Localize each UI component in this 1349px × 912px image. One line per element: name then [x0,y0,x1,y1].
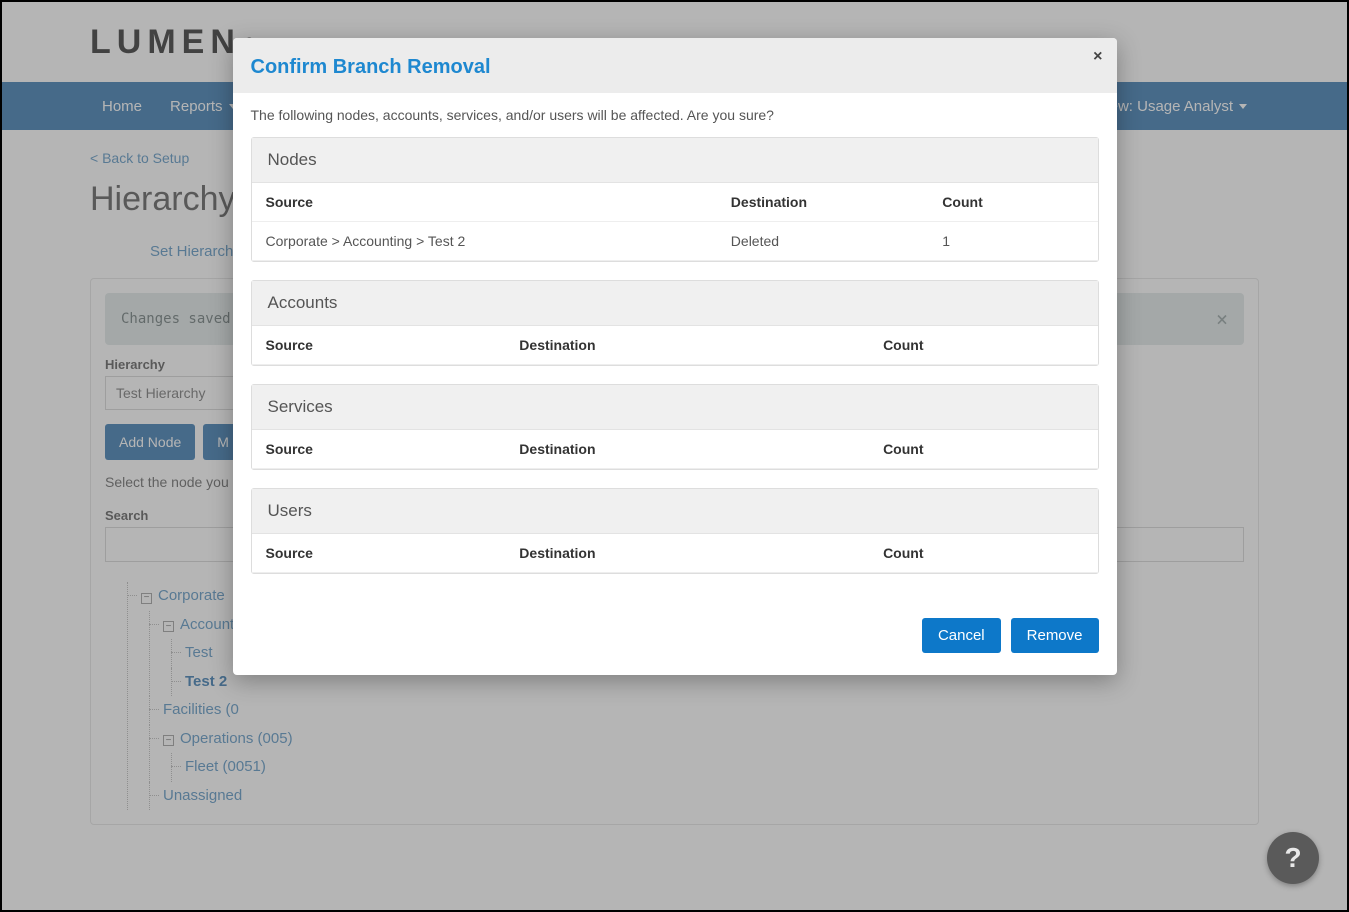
cell-count: 1 [928,222,1097,261]
confirm-branch-removal-modal: Confirm Branch Removal × The following n… [233,38,1117,675]
help-button[interactable]: ? [1267,832,1319,884]
th-count: Count [869,534,1097,573]
th-source: Source [252,534,506,573]
section-users: Users Source Destination Count [251,488,1099,574]
section-users-title: Users [252,489,1098,534]
cancel-button[interactable]: Cancel [922,618,1001,653]
th-source: Source [252,183,717,222]
section-nodes: Nodes Source Destination Count Corporate… [251,137,1099,262]
modal-header: Confirm Branch Removal × [233,38,1117,93]
table-row: Corporate > Accounting > Test 2 Deleted … [252,222,1098,261]
modal-title: Confirm Branch Removal [251,56,1099,79]
modal-message: The following nodes, accounts, services,… [251,107,1099,123]
accounts-table: Source Destination Count [252,326,1098,365]
section-accounts-title: Accounts [252,281,1098,326]
modal-body: The following nodes, accounts, services,… [233,93,1117,602]
th-destination: Destination [505,430,869,469]
remove-button[interactable]: Remove [1011,618,1099,653]
th-count: Count [928,183,1097,222]
th-destination: Destination [505,534,869,573]
cell-source: Corporate > Accounting > Test 2 [252,222,717,261]
th-destination: Destination [717,183,929,222]
section-services: Services Source Destination Count [251,384,1099,470]
nodes-table: Source Destination Count Corporate > Acc… [252,183,1098,261]
th-count: Count [869,326,1097,365]
th-count: Count [869,430,1097,469]
th-source: Source [252,326,506,365]
users-table: Source Destination Count [252,534,1098,573]
cell-destination: Deleted [717,222,929,261]
section-services-title: Services [252,385,1098,430]
th-source: Source [252,430,506,469]
modal-footer: Cancel Remove [233,602,1117,675]
services-table: Source Destination Count [252,430,1098,469]
close-icon[interactable]: × [1093,48,1102,66]
section-accounts: Accounts Source Destination Count [251,280,1099,366]
section-nodes-title: Nodes [252,138,1098,183]
th-destination: Destination [505,326,869,365]
modal-overlay: Confirm Branch Removal × The following n… [2,2,1347,910]
